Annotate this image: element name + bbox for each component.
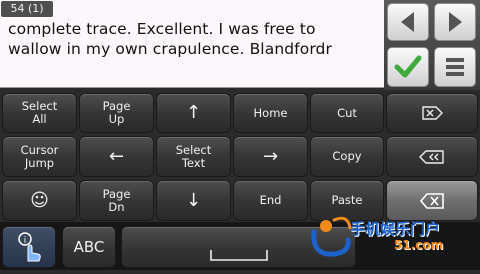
abc-label: ABC (73, 237, 105, 256)
page-up-key[interactable]: Page Up (79, 93, 154, 133)
down-key[interactable]: ↓ (156, 180, 231, 221)
arrow-right-key-icon: → (262, 145, 279, 167)
cursor-jump-label: Cursor Jump (20, 142, 59, 170)
paste-key[interactable]: Paste (310, 180, 384, 221)
side-panel (384, 0, 480, 90)
space-key[interactable] (121, 226, 356, 268)
confirm-button[interactable] (387, 47, 429, 87)
arrow-left-icon (401, 12, 414, 32)
copy-key[interactable]: Copy (310, 136, 384, 177)
backspace-icon (420, 192, 444, 209)
touch-help-key[interactable]: i (2, 226, 56, 268)
page-up-label: Page Up (102, 99, 131, 126)
select-text-key[interactable]: Select Text (156, 136, 231, 177)
next-button[interactable] (434, 3, 476, 41)
delete-word-icon (419, 149, 444, 164)
select-all-label: Select All (21, 99, 58, 126)
up-key[interactable]: ↑ (156, 93, 231, 133)
right-key[interactable]: → (233, 136, 308, 177)
menu-icon (446, 58, 464, 76)
smiley-icon: ☺ (30, 189, 49, 211)
emoji-key[interactable]: ☺ (2, 180, 77, 221)
copy-label: Copy (332, 149, 362, 163)
paste-label: Paste (331, 193, 363, 207)
arrow-up-icon: ↑ (185, 102, 202, 123)
cut-label: Cut (337, 105, 357, 120)
prev-button[interactable] (387, 3, 429, 41)
menu-button[interactable] (434, 47, 476, 87)
character-counter: 54 (1) (1, 1, 53, 17)
cut-key[interactable]: Cut (310, 93, 384, 133)
delete-forward-icon (422, 106, 443, 120)
space-icon (209, 250, 268, 261)
select-text-label: Select Text (175, 142, 212, 170)
left-key[interactable]: ← (79, 136, 154, 177)
text-editor[interactable]: 54 (1) complete trace. Excellent. I was … (0, 0, 384, 88)
home-label: Home (253, 105, 288, 120)
end-key[interactable]: End (233, 180, 308, 221)
arrow-down-icon: ↓ (185, 189, 202, 211)
delete-key[interactable] (386, 93, 478, 133)
select-all-key[interactable]: Select All (2, 93, 77, 133)
svg-text:i: i (24, 236, 27, 246)
info-touch-icon: i (18, 232, 41, 262)
delete-word-key[interactable] (386, 136, 478, 177)
cursor-jump-key[interactable]: Cursor Jump (2, 136, 77, 177)
backspace-key[interactable] (386, 180, 478, 221)
end-label: End (259, 193, 282, 207)
home-key[interactable]: Home (233, 93, 308, 133)
text-line-2: wallow in my own crapulence. Blandfordr (8, 40, 332, 58)
page-down-label: Page Dn (102, 186, 131, 214)
page-down-key[interactable]: Page Dn (79, 180, 154, 221)
text-line-1: complete trace. Excellent. I was free to (8, 20, 316, 38)
arrow-right-icon (449, 12, 462, 32)
checkmark-icon (394, 55, 422, 78)
arrow-left-key-icon: ← (108, 145, 125, 167)
abc-key[interactable]: ABC (62, 226, 116, 268)
